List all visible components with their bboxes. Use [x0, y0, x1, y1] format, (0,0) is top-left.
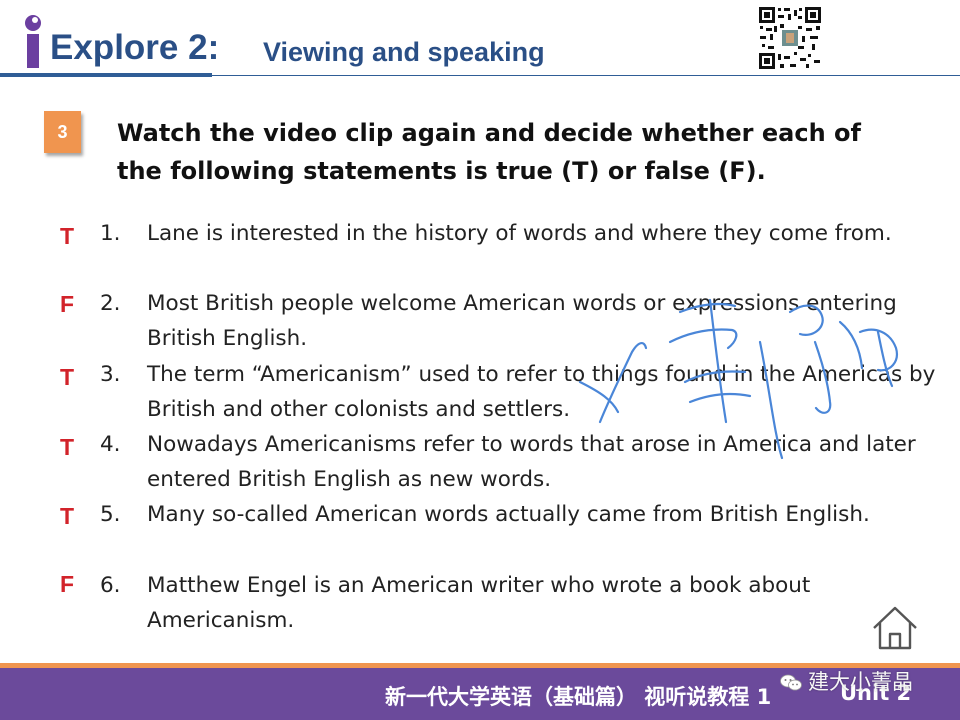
statement-text: Matthew Engel is an American writer who … [147, 573, 811, 633]
statement-text: The term “Americanism” used to refer to … [147, 362, 936, 422]
course-title: 新一代大学英语（基础篇） 视听说教程 1 [385, 685, 772, 709]
statement-item: 2. Most British people welcome American … [100, 286, 940, 356]
answer-mark: T [60, 503, 75, 529]
title-underline [0, 73, 212, 77]
statement-item: 4. Nowadays Americanisms refer to words … [100, 427, 940, 497]
statement-item: 3. The term “Americanism” used to refer … [100, 357, 940, 427]
answer-mark: T [60, 364, 75, 390]
header-divider [212, 75, 960, 76]
statement-text: Many so-called American words actually c… [147, 502, 870, 527]
qr-code-icon [758, 6, 822, 70]
statement-number: 1. [100, 221, 121, 246]
answer-mark: F [60, 571, 75, 597]
wechat-watermark: 建大小菁晶 [780, 666, 913, 696]
statement-item: 1. Lane is interested in the history of … [100, 216, 940, 251]
watermark-text: 建大小菁晶 [808, 670, 913, 694]
statement-text: Most British people welcome American wor… [147, 291, 897, 351]
answer-mark: T [60, 223, 75, 249]
wechat-icon [780, 674, 802, 691]
home-icon[interactable] [870, 604, 920, 652]
statement-item: 5. Many so-called American words actuall… [100, 497, 940, 532]
page-title: Explore 2: [50, 28, 220, 67]
answer-mark: T [60, 434, 75, 460]
statement-number: 4. [100, 432, 121, 457]
statement-number: 2. [100, 291, 121, 316]
i-logo-icon [25, 15, 41, 68]
instruction-line: the following statements is true (T) or … [117, 157, 766, 185]
statement-number: 5. [100, 502, 121, 527]
statement-number: 6. [100, 573, 121, 598]
page-subtitle: Viewing and speaking [263, 37, 545, 67]
statement-text: Nowadays Americanisms refer to words tha… [147, 432, 916, 492]
task-instruction: Watch the video clip again and decide wh… [117, 114, 917, 190]
task-number-badge: 3 [44, 111, 81, 153]
statement-item: 6. Matthew Engel is an American writer w… [100, 568, 940, 638]
instruction-line: Watch the video clip again and decide wh… [117, 119, 861, 147]
statement-number: 3. [100, 362, 121, 387]
answer-mark: F [60, 291, 75, 317]
statement-text: Lane is interested in the history of wor… [147, 221, 892, 246]
